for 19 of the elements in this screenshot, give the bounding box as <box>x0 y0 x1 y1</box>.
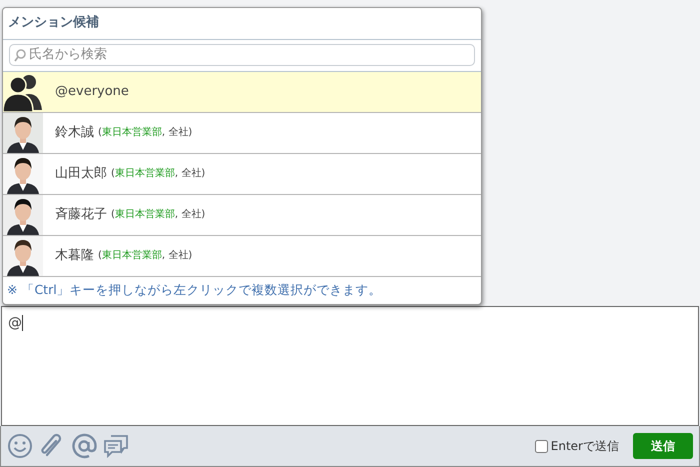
send-button[interactable]: 送信 <box>633 433 693 459</box>
member-affiliation: (東日本営業部, 全社) <box>98 126 192 140</box>
member-item[interactable]: 斉藤花子 (東日本営業部, 全社) <box>3 194 481 236</box>
message-input[interactable]: @ <box>1 306 699 426</box>
enter-to-send-checkbox[interactable] <box>534 440 548 452</box>
popup-title: メンション候補 <box>3 8 481 40</box>
member-affiliation: (東日本営業部, 全社) <box>98 248 192 263</box>
member-affiliation: (東日本営業部, 全社) <box>111 166 206 181</box>
chat-bubble-icon[interactable] <box>103 433 129 459</box>
member-item[interactable]: 鈴木誠 (東日本営業部, 全社) <box>3 112 481 154</box>
smiley-icon[interactable] <box>7 433 33 459</box>
member-item[interactable]: 山田太郎 (東日本営業部, 全社) <box>3 154 481 194</box>
member-affiliation: (東日本営業部, 全社) <box>111 208 206 222</box>
checkbox-label: Enterで送信 <box>550 438 619 455</box>
member-item[interactable]: 木暮隆 (東日本営業部, 全社) <box>3 236 481 276</box>
at-sign-icon[interactable] <box>71 433 97 459</box>
member-item[interactable]: @everyone <box>3 72 481 112</box>
hint-text: ※ 「Ctrl」キーを押しながら左クリックで複数選択ができます。 <box>6 280 383 298</box>
search-field[interactable]: 氏名から検索 <box>9 44 475 66</box>
